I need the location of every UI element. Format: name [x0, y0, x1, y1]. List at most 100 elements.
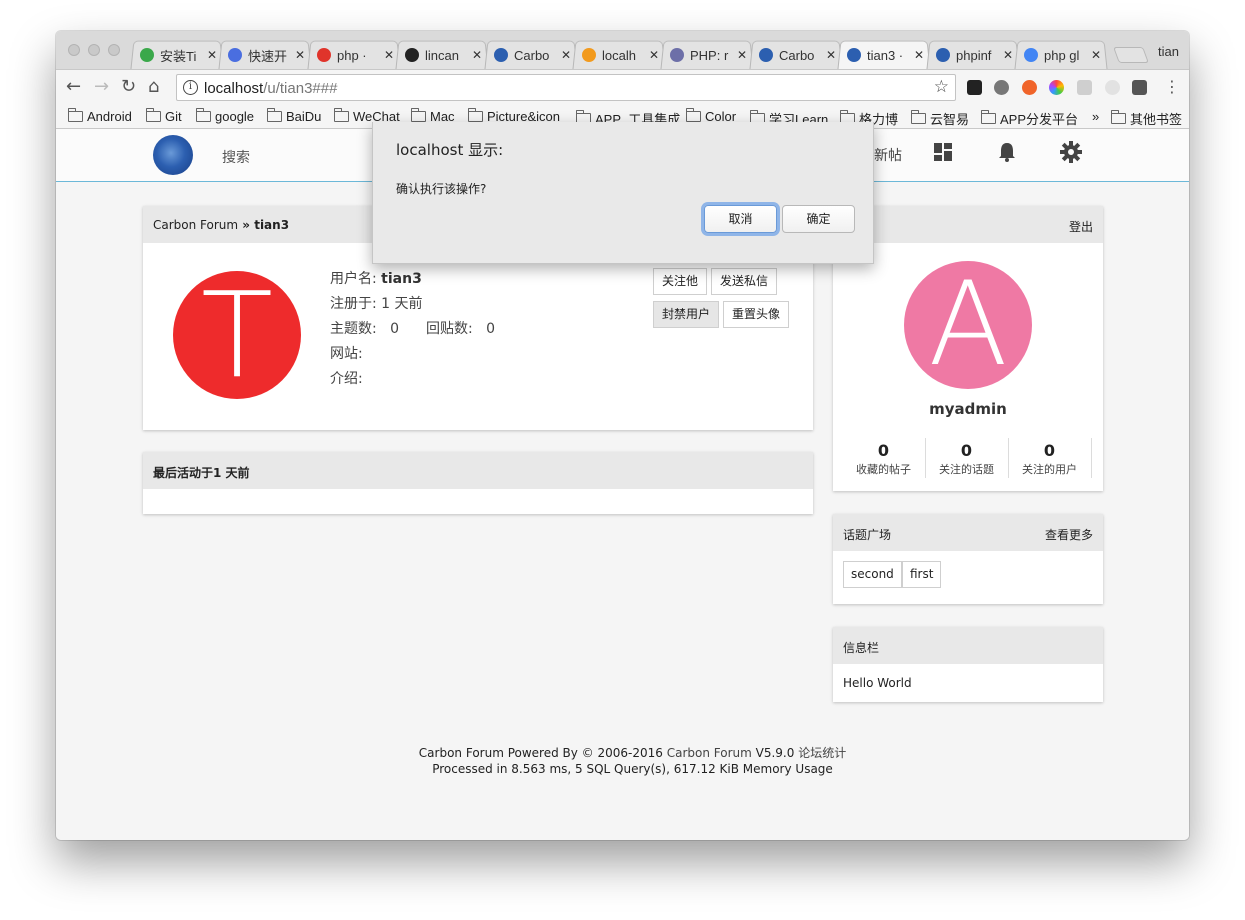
tab-strip: 安装Ti ✕ 快速开 ✕ php · ✕ lincan ✕ Carbo ✕ localh ✕ PHP:…: [56, 31, 1189, 71]
breadcrumb-site-link[interactable]: Carbon Forum: [153, 218, 238, 232]
confirm-button[interactable]: 确定: [782, 205, 855, 233]
topics-count: 0: [390, 321, 399, 337]
zoom-window-button[interactable]: [108, 44, 120, 56]
site-logo[interactable]: [153, 135, 193, 175]
stat-divider: [1008, 438, 1009, 478]
bookmark-item[interactable]: 云智易: [911, 109, 969, 128]
carbon-icon: [847, 48, 861, 62]
close-tab-icon[interactable]: ✕: [1090, 48, 1102, 62]
reset-avatar-button[interactable]: 重置头像: [723, 301, 790, 328]
topic-tag[interactable]: first: [902, 561, 942, 588]
profile-name[interactable]: tian: [1158, 44, 1179, 59]
stat-item[interactable]: 0 收藏的帖子: [842, 441, 925, 477]
browser-tab[interactable]: Carbo ✕: [753, 46, 841, 64]
folder-icon: [196, 108, 211, 122]
jetbrains-extension-icon[interactable]: [967, 80, 982, 95]
address-bar[interactable]: i localhost/u/tian3### ☆: [176, 74, 956, 101]
admin-username[interactable]: myadmin: [833, 400, 1103, 418]
info-header: 信息栏: [833, 627, 1103, 664]
stat-item[interactable]: 0 关注的话题: [925, 441, 1008, 477]
bookmark-item[interactable]: BaiDu: [267, 108, 321, 124]
stat-number: 0: [1043, 441, 1056, 460]
close-tab-icon[interactable]: ✕: [736, 48, 748, 62]
browser-tab[interactable]: lincan ✕: [399, 46, 487, 64]
close-tab-icon[interactable]: ✕: [294, 48, 306, 62]
back-icon[interactable]: ←: [66, 78, 81, 96]
bookmark-label: google: [215, 109, 255, 124]
url-text[interactable]: localhost/u/tian3###: [204, 80, 337, 97]
close-tab-icon[interactable]: ✕: [648, 48, 660, 62]
menu-icon[interactable]: ⋮: [1164, 78, 1180, 96]
browser-tab[interactable]: 安装Ti ✕: [134, 46, 222, 64]
forward-icon[interactable]: →: [94, 78, 109, 96]
intro-row: 介绍:: [330, 371, 363, 387]
folder-icon: [68, 108, 83, 122]
rp-extension-icon[interactable]: [1077, 80, 1092, 95]
bookmark-item[interactable]: Android: [68, 108, 132, 124]
new-post-link[interactable]: 新帖: [874, 145, 902, 165]
close-tab-icon[interactable]: ✕: [560, 48, 572, 62]
stat-item[interactable]: 0 关注的用户: [1008, 441, 1091, 477]
bookmark-star-icon[interactable]: ☆: [934, 77, 949, 97]
bookmark-item[interactable]: google: [196, 108, 255, 124]
browser-tab[interactable]: tian3 · ✕: [841, 46, 929, 64]
close-tab-icon[interactable]: ✕: [825, 48, 837, 62]
browser-tab[interactable]: PHP: r ✕: [664, 46, 752, 64]
folder-icon: [911, 110, 926, 124]
logout-link[interactable]: 登出: [1069, 218, 1093, 235]
page-content: 搜索 新帖 Carbon Forum » tian3 T 用户名: tian3 …: [56, 122, 1189, 840]
search-link[interactable]: 搜索: [222, 147, 250, 167]
registered-value: 1 天前: [381, 296, 423, 312]
admin-avatar[interactable]: A: [904, 261, 1032, 389]
bookmark-item[interactable]: Git: [146, 108, 182, 124]
bell-icon[interactable]: [996, 141, 1018, 163]
browser-tab[interactable]: localh ✕: [576, 46, 664, 64]
settings-gear-icon[interactable]: [1060, 141, 1082, 163]
browser-tab[interactable]: Carbo ✕: [488, 46, 576, 64]
replies-count-row: 回贴数: 0: [426, 321, 495, 337]
square-extension-icon[interactable]: [1132, 80, 1147, 95]
browser-tab[interactable]: php gl ✕: [1018, 46, 1106, 64]
footer-carbon-link[interactable]: Carbon Forum: [667, 746, 752, 760]
close-tab-icon[interactable]: ✕: [206, 48, 218, 62]
stat-label: 关注的话题: [939, 463, 994, 476]
orange-extension-icon[interactable]: [1022, 80, 1037, 95]
home-icon[interactable]: ⌂: [148, 78, 159, 96]
close-tab-icon[interactable]: ✕: [1002, 48, 1014, 62]
view-more-link[interactable]: 查看更多: [1045, 526, 1093, 543]
last-activity-title: 最后活动于1 天前: [153, 466, 250, 480]
dialog-title: localhost 显示:: [396, 141, 504, 159]
last-activity-card: 最后活动于1 天前: [143, 452, 813, 514]
close-tab-icon[interactable]: ✕: [913, 48, 925, 62]
follow-button[interactable]: 关注他: [653, 268, 708, 295]
close-window-button[interactable]: [68, 44, 80, 56]
footer-line-1: Carbon Forum Powered By © 2006-2016 Carb…: [418, 746, 847, 760]
sync-extension-icon[interactable]: [1105, 80, 1120, 95]
gear-extension-icon[interactable]: [994, 80, 1009, 95]
ban-user-button[interactable]: 封禁用户: [653, 301, 720, 328]
browser-tab[interactable]: phpinf ✕: [930, 46, 1018, 64]
stat-label: 收藏的帖子: [856, 463, 911, 476]
reload-icon[interactable]: ↻: [121, 78, 136, 96]
close-tab-icon[interactable]: ✕: [471, 48, 483, 62]
bookmark-item[interactable]: APP分发平台: [981, 109, 1078, 128]
bookmarks-overflow-button[interactable]: »: [1092, 109, 1099, 124]
cancel-button[interactable]: 取消: [704, 205, 777, 233]
color-wheel-extension-icon[interactable]: [1049, 80, 1064, 95]
browser-toolbar: ← → ↻ ⌂ i localhost/u/tian3### ☆ ⋮: [56, 69, 1189, 105]
topics-header: 话题广场 查看更多: [833, 514, 1103, 551]
close-tab-icon[interactable]: ✕: [383, 48, 395, 62]
info-icon[interactable]: i: [183, 80, 198, 95]
topic-tag[interactable]: second: [843, 561, 902, 588]
bookmark-other[interactable]: 其他书签: [1111, 109, 1182, 128]
minimize-window-button[interactable]: [88, 44, 100, 56]
send-message-button[interactable]: 发送私信: [711, 268, 778, 295]
browser-tab[interactable]: 快速开 ✕: [222, 46, 310, 64]
website-row: 网站:: [330, 346, 363, 362]
forum-stats-link[interactable]: 论坛统计: [798, 746, 846, 760]
new-tab-button[interactable]: [1113, 47, 1149, 63]
php-icon: [670, 48, 684, 62]
browser-tab[interactable]: php · ✕: [311, 46, 399, 64]
replies-count: 0: [486, 321, 495, 337]
dashboard-icon[interactable]: [932, 141, 954, 163]
